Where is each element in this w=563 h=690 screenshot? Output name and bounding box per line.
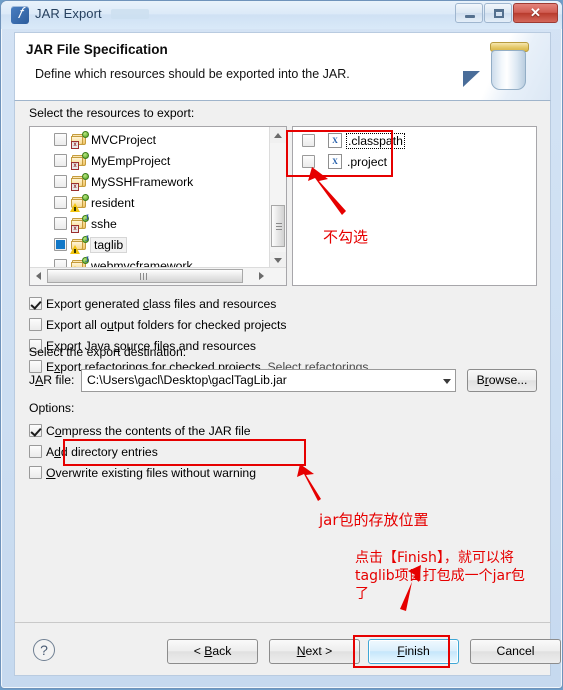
checkbox[interactable]: [29, 466, 42, 479]
jar-export-dialog: JAR Export ✕ JAR File Specification Defi…: [0, 0, 563, 689]
tree-checkbox[interactable]: [54, 196, 67, 209]
vertical-scroll-thumb[interactable]: [271, 205, 285, 247]
java-project-warning-icon: J: [70, 235, 89, 254]
help-icon: ?: [40, 642, 48, 658]
file-row[interactable]: .project: [302, 152, 532, 173]
maximize-button[interactable]: [484, 3, 512, 23]
annotation-finish-1: 点击【Finish】，就可以将: [355, 550, 514, 566]
annotation-finish-3: 了: [355, 586, 369, 602]
jar-body-icon: [491, 50, 526, 90]
chevron-down-icon[interactable]: [443, 379, 451, 384]
help-button[interactable]: ?: [33, 639, 55, 661]
destination-label: Select the export destination:: [29, 345, 187, 359]
annotation-no-check: 不勾选: [323, 228, 369, 246]
scroll-left-arrow-icon[interactable]: [30, 268, 46, 284]
jar-banner-icon: [454, 33, 550, 100]
xml-file-icon: [328, 154, 342, 169]
resource-tree-left[interactable]: x MVCProject x MyEmpProject x MySSHFramework r…: [29, 126, 287, 286]
jar-file-combobox[interactable]: C:\Users\gacl\Desktop\gaclTagLib.jar: [81, 369, 456, 392]
scroll-up-arrow-icon[interactable]: [270, 127, 286, 143]
tree-row-label: taglib: [89, 237, 128, 253]
export-arrow-icon: [463, 71, 480, 87]
tree-checkbox[interactable]: [54, 133, 67, 146]
page-title: JAR File Specification: [26, 42, 168, 57]
scroll-right-arrow-icon[interactable]: [254, 268, 270, 284]
scroll-down-arrow-icon[interactable]: [270, 252, 286, 268]
tree-row[interactable]: x MVCProject: [54, 130, 269, 151]
jar-option-checkbox-row[interactable]: Add directory entries: [29, 442, 158, 462]
tree-row-label: MVCProject: [91, 133, 157, 147]
jar-option-checkbox-row[interactable]: Compress the contents of the JAR file: [29, 421, 251, 441]
tree-checkbox[interactable]: [54, 217, 67, 230]
export-option-checkbox-row[interactable]: Export all output folders for checked pr…: [29, 315, 287, 335]
file-row[interactable]: .classpath: [302, 131, 532, 152]
maximize-icon: [494, 9, 504, 18]
back-button[interactable]: < Back: [167, 639, 258, 664]
tree-vertical-scrollbar[interactable]: [269, 127, 286, 268]
options-label: Options:: [29, 401, 75, 415]
tree-row[interactable]: resident: [54, 193, 269, 214]
java-web-project-icon: xJ: [71, 214, 89, 233]
close-icon: ✕: [530, 5, 541, 20]
option-label: Compress the contents of the JAR file: [46, 424, 251, 438]
export-option-checkbox-row[interactable]: Export generated class files and resourc…: [29, 294, 276, 314]
tree-horizontal-scrollbar[interactable]: [30, 267, 286, 285]
window-title: JAR Export: [35, 6, 102, 21]
resource-list-right[interactable]: .classpath .project: [292, 126, 537, 286]
checkbox[interactable]: [29, 424, 42, 437]
checkbox[interactable]: [29, 297, 42, 310]
jar-option-checkbox-row[interactable]: Overwrite existing files without warning: [29, 463, 256, 483]
tree-checkbox[interactable]: [54, 154, 67, 167]
tree-row-label: resident: [91, 196, 135, 210]
page-body: Select the resources to export: x MVCProj…: [14, 101, 551, 622]
java-web-project-icon: x: [71, 173, 89, 191]
cancel-button[interactable]: Cancel: [470, 639, 561, 664]
horizontal-scroll-thumb[interactable]: [47, 269, 243, 283]
xml-file-icon: [328, 133, 342, 148]
java-web-project-icon: x: [71, 131, 89, 149]
jar-export-icon: [11, 5, 29, 24]
checkbox[interactable]: [29, 318, 42, 331]
checkbox[interactable]: [29, 445, 42, 458]
tree-row[interactable]: Jtaglib: [54, 235, 269, 256]
browse-button[interactable]: Browse...: [467, 369, 537, 392]
file-checkbox[interactable]: [302, 155, 315, 168]
minimize-icon: [465, 15, 475, 18]
option-label: Export all output folders for checked pr…: [46, 318, 287, 332]
checkbox[interactable]: [29, 360, 42, 373]
tree-row-label: sshe: [91, 217, 117, 231]
java-project-warning-icon: [70, 194, 89, 212]
jar-file-label: JAR file:: [29, 373, 75, 387]
dialog-footer: ? < Back Next > Finish Cancel: [14, 622, 561, 676]
window-controls: ✕: [454, 3, 558, 25]
annotation-finish-2: taglib项目打包成一个jar包: [355, 568, 525, 584]
minimize-button[interactable]: [455, 3, 483, 23]
finish-button[interactable]: Finish: [368, 639, 459, 664]
option-label: Export generated class files and resourc…: [46, 297, 277, 311]
tree-checkbox[interactable]: [54, 238, 67, 251]
java-web-project-icon: x: [71, 152, 89, 170]
annotation-jar-location: jar包的存放位置: [319, 511, 429, 529]
page-subtitle: Define which resources should be exporte…: [35, 67, 350, 81]
title-ghost-text: [111, 9, 149, 19]
tree-checkbox[interactable]: [54, 175, 67, 188]
tree-row-label: MySSHFramework: [91, 175, 194, 189]
option-label: Add directory entries: [46, 445, 158, 459]
close-button[interactable]: ✕: [513, 3, 558, 23]
file-row-label: .project: [347, 155, 387, 169]
tree-row[interactable]: x MyEmpProject: [54, 151, 269, 172]
title-bar[interactable]: JAR Export ✕: [1, 1, 562, 29]
file-row-label: .classpath: [346, 133, 405, 149]
file-checkbox[interactable]: [302, 134, 315, 147]
tree-row[interactable]: x Jsshe: [54, 214, 269, 235]
jar-file-value: C:\Users\gacl\Desktop\gaclTagLib.jar: [87, 373, 287, 387]
resources-label: Select the resources to export:: [29, 106, 195, 120]
next-button[interactable]: Next >: [269, 639, 360, 664]
tree-row-label: MyEmpProject: [91, 154, 171, 168]
page-banner: JAR File Specification Define which reso…: [14, 32, 551, 101]
option-label: Overwrite existing files without warning: [46, 466, 256, 480]
tree-row[interactable]: x MySSHFramework: [54, 172, 269, 193]
